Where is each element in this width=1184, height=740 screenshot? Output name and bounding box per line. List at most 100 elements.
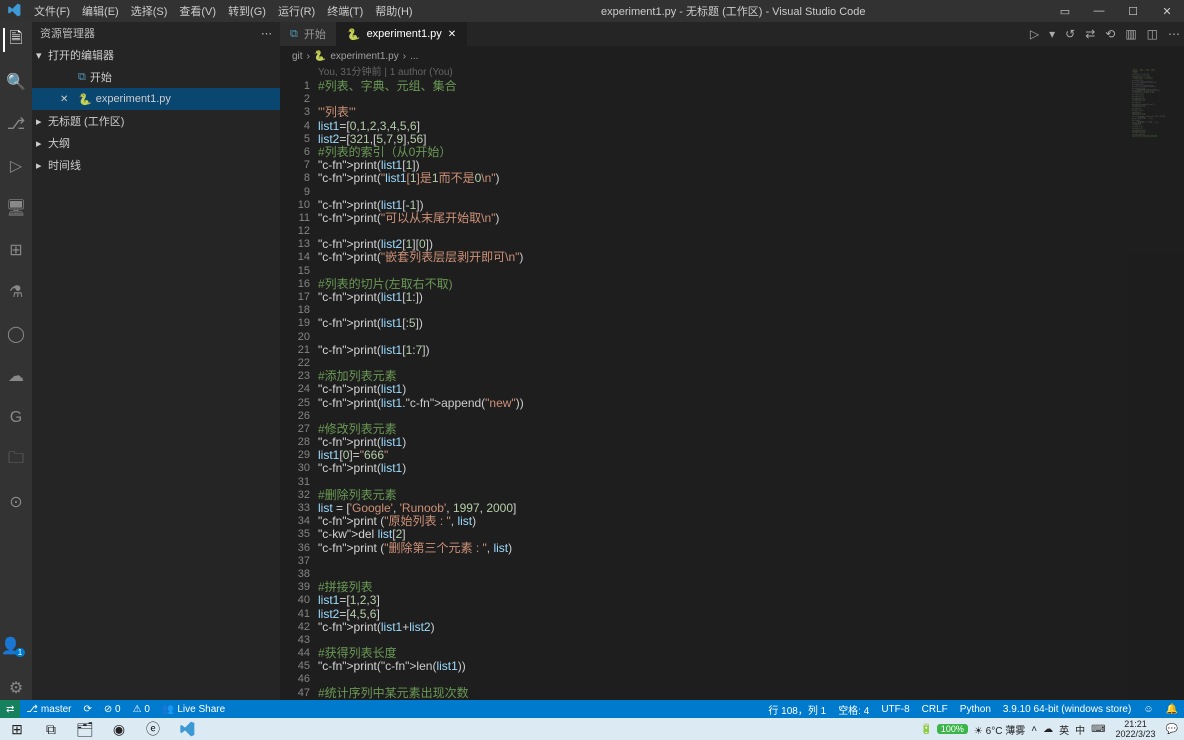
breadcrumb-folder[interactable]: git (292, 51, 303, 62)
minimize-icon[interactable]: — (1082, 5, 1116, 18)
extensions-icon[interactable]: ⊞ (4, 238, 28, 262)
explorer-sidebar: 资源管理器 ⋯ ▾ 打开的编辑器 ⧉ 开始 ✕ 🐍 experiment1.py… (32, 22, 280, 700)
sidebar-title-label: 资源管理器 (40, 25, 95, 41)
menu-run[interactable]: 运行(R) (272, 3, 321, 19)
encoding-status[interactable]: UTF-8 (875, 700, 915, 718)
notification-center-icon[interactable]: 💬 (1166, 724, 1178, 735)
open-editors-section[interactable]: ▾ 打开的编辑器 (32, 44, 280, 66)
run-debug-icon[interactable]: ▷ (4, 154, 28, 178)
notifications-icon[interactable]: 🔔 (1160, 700, 1184, 718)
tab-label: experiment1.py (367, 28, 442, 40)
eol-status[interactable]: CRLF (916, 700, 954, 718)
player-icon[interactable]: ⊙ (4, 490, 28, 514)
vscode-taskbar-icon[interactable] (170, 718, 204, 740)
menu-goto[interactable]: 转到(G) (222, 3, 272, 19)
indent-status[interactable]: 空格: 4 (832, 700, 875, 718)
clock-time: 21:21 (1116, 719, 1156, 729)
gitee-icon[interactable]: G (4, 406, 28, 430)
file-explorer-icon[interactable]: 🗂 (68, 718, 102, 740)
account-icon[interactable]: 👤1 (4, 634, 28, 658)
sync-icon[interactable]: ⟳ (77, 700, 97, 718)
menu-file[interactable]: 文件(F) (28, 3, 76, 19)
open-editor-label: 开始 (90, 69, 112, 85)
start-button[interactable]: ⊞ (0, 718, 34, 740)
open-editor-experiment[interactable]: ✕ 🐍 experiment1.py (32, 88, 280, 110)
language-mode[interactable]: Python (954, 700, 997, 718)
history-icon[interactable]: ↺ (1065, 27, 1075, 41)
testing-icon[interactable]: ⚗ (4, 280, 28, 304)
problems-errors[interactable]: ⊘ 0 (98, 700, 127, 718)
chevron-right-icon: ▸ (36, 115, 48, 128)
clock-date: 2022/3/23 (1116, 729, 1156, 739)
tray-chevron-icon[interactable]: ˄ (1031, 724, 1037, 735)
task-view-icon[interactable]: ⧉ (34, 718, 68, 740)
remote-indicator[interactable]: ⇄ (0, 700, 20, 718)
source-control-icon[interactable]: ⎇ (4, 112, 28, 136)
workspace-section[interactable]: ▸ 无标题 (工作区) (32, 110, 280, 132)
code-content[interactable]: You, 31分钟前 | 1 author (You)#列表、字典、元组、集合'… (318, 66, 1128, 700)
tab-label: 开始 (304, 26, 326, 42)
live-share[interactable]: 👥 Live Share (156, 700, 231, 718)
chevron-right-icon: › (403, 51, 406, 62)
minimap[interactable]: #列表、字典、元组、集合'''列表'''list1=[0,1,2,3,4,5,6… (1128, 66, 1184, 700)
compare-icon[interactable]: ⟲ (1105, 27, 1115, 41)
layout-toggle-icon[interactable]: ▭ (1048, 5, 1082, 18)
open-editor-label: experiment1.py (96, 93, 171, 105)
problems-warnings[interactable]: ⚠ 0 (127, 700, 156, 718)
settings-icon[interactable]: ⚙ (4, 676, 28, 700)
chrome-icon[interactable]: ◉ (102, 718, 136, 740)
split-down-icon[interactable]: ▥ (1125, 27, 1136, 41)
battery-indicator[interactable]: 🔋100% (920, 724, 967, 735)
remote-icon[interactable]: 🖥 (4, 196, 28, 220)
close-icon[interactable]: ✕ (1150, 5, 1184, 18)
breadcrumb-more[interactable]: ... (410, 51, 418, 62)
explorer-icon[interactable]: 🗎 (3, 28, 27, 52)
tab-experiment[interactable]: 🐍 experiment1.py ✕ (337, 22, 467, 46)
keyboard-icon[interactable]: ⌨ (1091, 724, 1105, 735)
edge-icon[interactable]: ⓔ (136, 718, 170, 740)
menu-help[interactable]: 帮助(H) (369, 3, 418, 19)
run-dropdown-icon[interactable]: ▾ (1049, 27, 1055, 41)
chevron-down-icon: ▾ (36, 49, 48, 62)
tab-welcome[interactable]: ⧉ 开始 (280, 22, 337, 46)
menu-select[interactable]: 选择(S) (125, 3, 174, 19)
diff-icon[interactable]: ⇄ (1085, 27, 1095, 41)
editor-area: ⧉ 开始 🐍 experiment1.py ✕ ▷ ▾ ↺ ⇄ ⟲ ▥ ◫ ⋯ … (280, 22, 1184, 700)
status-bar: ⇄ ⎇ master ⟳ ⊘ 0 ⚠ 0 👥 Live Share 行 108，… (0, 700, 1184, 718)
outline-label: 大纲 (48, 135, 70, 151)
cloud-icon[interactable]: ☁ (4, 364, 28, 388)
maximize-icon[interactable]: ☐ (1116, 5, 1150, 18)
onedrive-icon[interactable]: ☁ (1043, 724, 1053, 735)
open-editor-welcome[interactable]: ⧉ 开始 (32, 66, 280, 88)
outline-section[interactable]: ▸ 大纲 (32, 132, 280, 154)
menu-terminal[interactable]: 终端(T) (321, 3, 369, 19)
taskbar-clock[interactable]: 21:21 2022/3/23 (1112, 719, 1160, 739)
weather-widget[interactable]: ☀ 6°C 薄雾 (974, 722, 1025, 737)
python-file-icon: 🐍 (78, 93, 92, 106)
more-icon[interactable]: ⋯ (1168, 27, 1180, 41)
editor-actions: ▷ ▾ ↺ ⇄ ⟲ ▥ ◫ ⋯ (1030, 22, 1180, 46)
github-icon[interactable]: ◯ (4, 322, 28, 346)
feedback-icon[interactable]: ☺ (1137, 700, 1159, 718)
breadcrumb[interactable]: git › 🐍 experiment1.py › ... (280, 46, 1184, 66)
run-icon[interactable]: ▷ (1030, 27, 1039, 41)
more-icon[interactable]: ⋯ (261, 27, 272, 40)
close-icon[interactable]: ✕ (60, 94, 74, 105)
ime-indicator[interactable]: 英 (1059, 722, 1069, 737)
breadcrumb-file[interactable]: experiment1.py (330, 51, 398, 62)
menu-edit[interactable]: 编辑(E) (76, 3, 125, 19)
timeline-section[interactable]: ▸ 时间线 (32, 154, 280, 176)
cursor-position[interactable]: 行 108，列 1 (762, 700, 832, 718)
split-right-icon[interactable]: ◫ (1147, 27, 1158, 41)
project-icon[interactable]: 🗀 (4, 448, 28, 472)
window-title: experiment1.py - 无标题 (工作区) - Visual Stud… (419, 3, 1048, 19)
search-icon[interactable]: 🔍 (4, 70, 28, 94)
ime-indicator-2[interactable]: 中 (1075, 722, 1085, 737)
python-interpreter[interactable]: 3.9.10 64-bit (windows store) (997, 700, 1137, 718)
code-editor[interactable]: 1234567891011121314151617181920212223242… (280, 66, 1184, 700)
workspace-label: 无标题 (工作区) (48, 113, 124, 129)
close-icon[interactable]: ✕ (448, 29, 456, 40)
windows-taskbar: ⊞ ⧉ 🗂 ◉ ⓔ 🔋100% ☀ 6°C 薄雾 ˄ ☁ 英 中 ⌨ 21:21… (0, 718, 1184, 740)
menu-view[interactable]: 查看(V) (173, 3, 222, 19)
git-branch[interactable]: ⎇ master (20, 700, 77, 718)
